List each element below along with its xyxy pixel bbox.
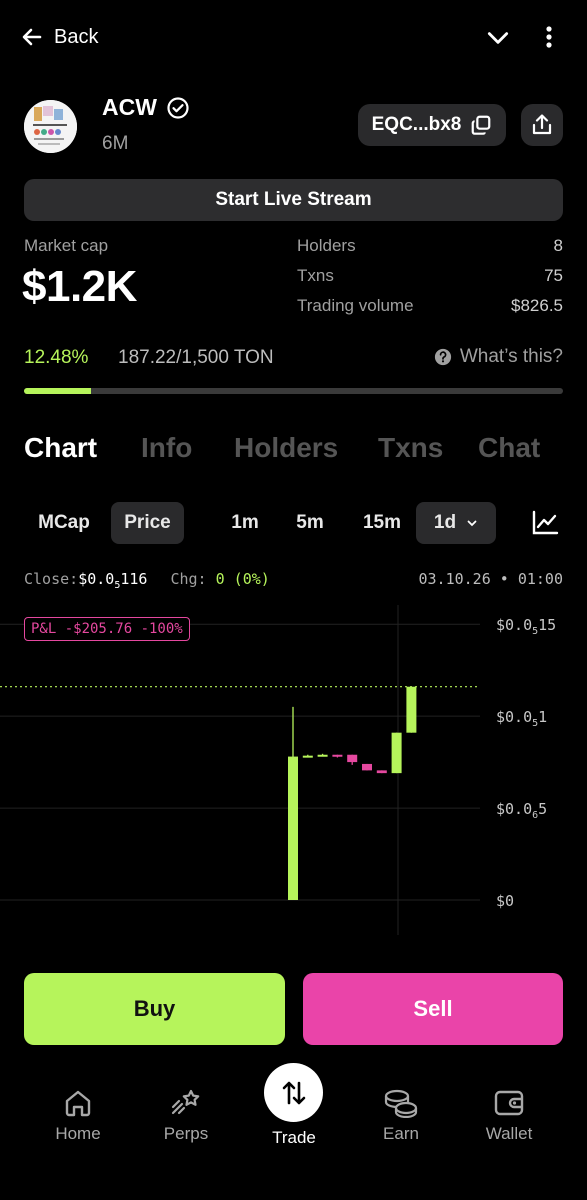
price-chart[interactable]: $0.0515 $0.051 $0.065 $0 xyxy=(0,605,587,950)
y-tick-label: $0.065 xyxy=(496,800,547,821)
tab-chat[interactable]: Chat xyxy=(478,432,587,464)
close-tail: 116 xyxy=(120,570,148,588)
buy-button[interactable]: Buy xyxy=(24,973,285,1045)
y-tick-label: $0.0515 xyxy=(496,616,556,637)
interval-1m[interactable]: 1m xyxy=(220,502,270,544)
y-tick-label: $0 xyxy=(496,892,514,910)
nav-wallet-label: Wallet xyxy=(485,1124,533,1143)
candle-body xyxy=(332,754,343,757)
nav-perps-label: Perps xyxy=(163,1124,209,1143)
help-icon xyxy=(434,348,451,366)
candle-body xyxy=(376,770,387,774)
nav-earn-label: Earn xyxy=(383,1124,419,1143)
bonding-amount: 187.22/1,500 TON xyxy=(118,347,274,368)
nav-trade-button[interactable] xyxy=(264,1063,323,1122)
candle-body xyxy=(347,754,358,763)
chart-datetime: 03.10.26 • 01:00 xyxy=(418,570,564,588)
bonding-progress-fill xyxy=(24,388,92,394)
candle-body xyxy=(362,763,372,771)
arrow-left-icon xyxy=(22,28,42,46)
whats-this-link[interactable]: What’s this? xyxy=(434,346,563,368)
wallet-icon xyxy=(494,1090,524,1116)
whats-this-label: What’s this? xyxy=(459,346,563,367)
pnl-badge: P&L -$205.76 -100% xyxy=(24,617,190,641)
market-cap-value: $1.2K xyxy=(22,262,137,311)
tab-info[interactable]: Info xyxy=(141,432,192,464)
nav-wallet[interactable]: Wallet xyxy=(464,1088,554,1144)
chevron-down-icon[interactable] xyxy=(483,24,513,52)
share-icon xyxy=(532,114,552,135)
token-avatar xyxy=(24,100,77,153)
bonding-percent: 12.48% xyxy=(24,347,89,368)
nav-home-label: Home xyxy=(55,1124,101,1143)
copy-address-button[interactable]: EQC...bx8 xyxy=(358,104,506,146)
share-button[interactable] xyxy=(521,104,563,146)
y-tick-label: $0.051 xyxy=(496,708,547,729)
interval-1d-dropdown[interactable]: 1d xyxy=(416,502,496,544)
token-age: 6M xyxy=(102,133,129,154)
change-label: Chg: xyxy=(170,570,207,588)
candle-body xyxy=(317,754,328,757)
tab-holders[interactable]: Holders xyxy=(234,432,338,464)
start-live-stream-button[interactable]: Start Live Stream xyxy=(24,179,563,221)
interval-5m[interactable]: 5m xyxy=(285,502,335,544)
close-label: Close: xyxy=(24,570,79,588)
candle-body xyxy=(406,686,417,733)
tab-txns[interactable]: Txns xyxy=(378,432,443,464)
token-name: ACW xyxy=(102,94,157,120)
nav-trade-label[interactable]: Trade xyxy=(249,1128,339,1148)
coins-icon xyxy=(384,1089,418,1118)
back-button[interactable]: Back xyxy=(20,22,98,52)
mcap-toggle[interactable]: MCap xyxy=(24,502,104,544)
holders-value: 8 xyxy=(553,236,563,255)
nav-perps[interactable]: Perps xyxy=(141,1088,231,1144)
swap-arrows-icon xyxy=(282,1081,305,1104)
shooting-star-icon xyxy=(171,1089,200,1115)
chart-type-icon[interactable] xyxy=(525,502,565,544)
more-options-icon[interactable] xyxy=(536,22,562,52)
interval-15m[interactable]: 15m xyxy=(352,502,412,544)
sell-button[interactable]: Sell xyxy=(303,973,563,1045)
candle-body xyxy=(302,755,313,758)
candle-body xyxy=(288,756,298,900)
nav-earn[interactable]: Earn xyxy=(356,1088,446,1144)
tab-chart[interactable]: Chart xyxy=(24,432,97,464)
nav-home[interactable]: Home xyxy=(33,1088,123,1144)
close-value: $0.0 xyxy=(78,570,115,588)
change-value: 0 (0%) xyxy=(215,570,270,588)
trading-volume-label: Trading volume xyxy=(297,296,414,315)
txns-value: 75 xyxy=(544,266,563,285)
market-cap-label: Market cap xyxy=(24,236,109,255)
txns-label: Txns xyxy=(297,266,334,285)
verified-icon xyxy=(166,96,190,120)
interval-1d-label: 1d xyxy=(433,512,457,533)
back-label: Back xyxy=(54,25,99,48)
candle-body xyxy=(391,732,402,774)
token-address: EQC...bx8 xyxy=(371,114,462,135)
price-toggle[interactable]: Price xyxy=(111,502,184,544)
bonding-progress-bar xyxy=(24,388,563,394)
copy-icon xyxy=(472,115,491,135)
chevron-down-icon xyxy=(467,520,477,527)
home-icon xyxy=(65,1090,91,1117)
holders-label: Holders xyxy=(297,236,356,255)
close-readout: Close:$0.05116 Chg: 0 (0%) xyxy=(24,570,270,591)
trading-volume-value: $826.5 xyxy=(511,296,563,315)
